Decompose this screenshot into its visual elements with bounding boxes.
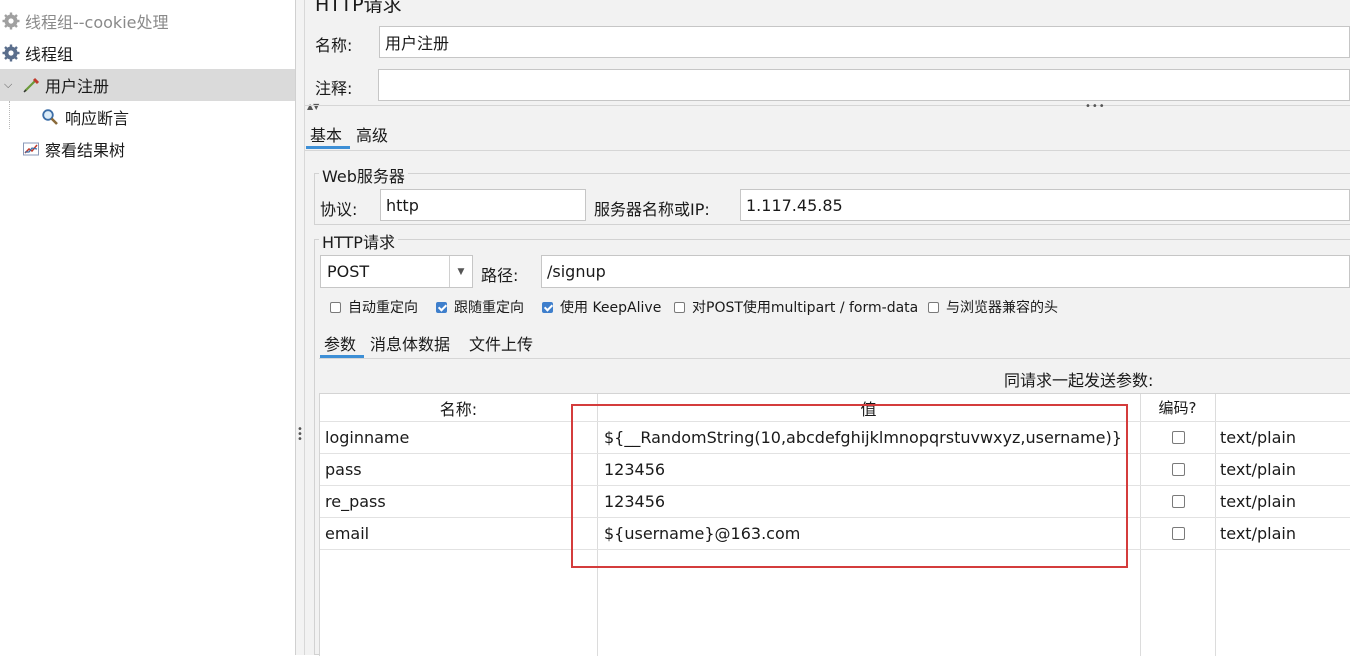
- header-encode[interactable]: 编码?: [1140, 394, 1215, 421]
- encode-checkbox-cell[interactable]: [1172, 486, 1185, 517]
- server-input[interactable]: 1.117.45.85: [740, 189, 1350, 221]
- tab-advanced[interactable]: 高级: [356, 122, 388, 146]
- header-name[interactable]: 名称:: [320, 394, 597, 421]
- panel-splitter[interactable]: [295, 0, 305, 655]
- column-divider: [1140, 394, 1141, 656]
- auto-redirect-checkbox[interactable]: [330, 301, 341, 313]
- protocol-label: 协议:: [320, 200, 358, 219]
- browser-headers-checkbox[interactable]: [928, 301, 939, 313]
- name-value: 用户注册: [385, 34, 450, 53]
- column-divider: [597, 394, 598, 656]
- multipart-checkbox[interactable]: [674, 301, 685, 313]
- content-type[interactable]: text/plain: [1220, 422, 1296, 453]
- server-value: 1.117.45.85: [746, 195, 843, 215]
- tree-item-label: 用户注册: [45, 77, 110, 96]
- param-name[interactable]: re_pass: [325, 486, 386, 517]
- option-auto-redirect[interactable]: 自动重定向: [330, 297, 418, 317]
- divider: [319, 358, 1350, 359]
- row-divider: [320, 549, 1350, 550]
- param-value[interactable]: 123456: [604, 454, 665, 485]
- header-value[interactable]: 值: [597, 394, 1140, 421]
- tree-item-label: 响应断言: [65, 109, 130, 128]
- name-input[interactable]: 用户注册: [379, 26, 1350, 58]
- magnifier-icon: [40, 107, 60, 127]
- param-name[interactable]: email: [325, 518, 369, 549]
- param-value[interactable]: 123456: [604, 486, 665, 517]
- tab-body-data[interactable]: 消息体数据: [370, 331, 450, 355]
- column-divider: [1215, 394, 1216, 656]
- tree-item-view-results-tree[interactable]: 察看结果树: [0, 133, 295, 165]
- encode-checkbox-cell[interactable]: [1172, 422, 1185, 453]
- follow-redirect-checkbox[interactable]: [436, 301, 447, 313]
- param-name[interactable]: pass: [325, 454, 362, 485]
- resize-grip-icon[interactable]: •••: [1085, 101, 1106, 112]
- send-params-label: 同请求一起发送参数:: [1004, 371, 1154, 390]
- row-divider: [320, 517, 1350, 518]
- path-input[interactable]: /signup: [541, 255, 1350, 288]
- option-browser-headers[interactable]: 与浏览器兼容的头: [928, 297, 1058, 317]
- divider: [305, 105, 1350, 106]
- encode-checkbox[interactable]: [1172, 495, 1185, 508]
- comment-input[interactable]: [378, 69, 1350, 101]
- splitter-grip-icon[interactable]: • • •: [297, 425, 303, 445]
- tree-item-response-assertion[interactable]: 响应断言: [0, 101, 295, 133]
- content-type[interactable]: text/plain: [1220, 486, 1296, 517]
- keepalive-checkbox[interactable]: [542, 301, 553, 313]
- chevron-down-icon[interactable]: ▼: [449, 256, 472, 287]
- server-label: 服务器名称或IP:: [594, 200, 710, 219]
- header-content-type[interactable]: [1215, 394, 1350, 421]
- encode-checkbox-cell[interactable]: [1172, 518, 1185, 549]
- http-request-legend: HTTP请求: [319, 229, 398, 253]
- page-title: HTTP请求: [315, 0, 402, 16]
- tab-active-indicator: [306, 146, 350, 149]
- comment-label: 注释:: [315, 79, 353, 98]
- chevron-down-icon[interactable]: ⌵: [4, 78, 12, 92]
- option-follow-redirect[interactable]: 跟随重定向: [436, 297, 524, 317]
- tree-item-label: 线程组: [25, 45, 74, 64]
- protocol-value: http: [386, 195, 419, 215]
- http-request-panel: HTTP请求 名称: 用户注册 注释: ▲▼ ••• 基本 高级 Web服务器 …: [305, 0, 1350, 656]
- divider: [305, 150, 1350, 151]
- method-value: POST: [327, 262, 370, 281]
- web-server-legend: Web服务器: [319, 163, 408, 187]
- tree-item-thread-group-cookie[interactable]: 线程组--cookie处理: [0, 5, 295, 37]
- collapse-arrows-icon[interactable]: ▲▼: [307, 102, 319, 111]
- path-label: 路径:: [481, 266, 519, 285]
- tree-item-label: 察看结果树: [45, 141, 126, 160]
- encode-checkbox[interactable]: [1172, 527, 1185, 540]
- option-keepalive[interactable]: 使用 KeepAlive: [542, 297, 661, 317]
- param-value[interactable]: ${__RandomString(10,abcdefghijklmnopqrst…: [604, 422, 1122, 453]
- encode-checkbox[interactable]: [1172, 463, 1185, 476]
- row-divider: [320, 485, 1350, 486]
- option-multipart[interactable]: 对POST使用multipart / form-data: [674, 297, 918, 317]
- method-select[interactable]: POST ▼: [320, 255, 473, 288]
- pipette-icon: [21, 75, 41, 95]
- content-type[interactable]: text/plain: [1220, 454, 1296, 485]
- param-value[interactable]: ${username}@163.com: [604, 518, 800, 549]
- param-name[interactable]: loginname: [325, 422, 409, 453]
- encode-checkbox-cell[interactable]: [1172, 454, 1185, 485]
- parameters-table: 名称: 值 编码? loginname ${__RandomString(10,…: [319, 393, 1350, 656]
- chart-icon: [21, 139, 41, 159]
- tree-item-user-register[interactable]: ⌵ 用户注册: [0, 69, 295, 101]
- tab-basic[interactable]: 基本: [310, 122, 342, 146]
- encode-checkbox[interactable]: [1172, 431, 1185, 444]
- test-plan-tree: 线程组--cookie处理 线程组 ⌵ 用户注册 响应断言 察看结果树: [0, 0, 295, 655]
- path-value: /signup: [547, 262, 606, 281]
- tab-files-upload[interactable]: 文件上传: [469, 331, 533, 355]
- name-label: 名称:: [315, 36, 353, 55]
- gear-icon: [1, 43, 21, 63]
- protocol-input[interactable]: http: [380, 189, 586, 221]
- gear-icon: [1, 11, 21, 31]
- tab-parameters[interactable]: 参数: [324, 331, 356, 355]
- tree-item-thread-group[interactable]: 线程组: [0, 37, 295, 69]
- row-divider: [320, 453, 1350, 454]
- content-type[interactable]: text/plain: [1220, 518, 1296, 549]
- tree-item-label: 线程组--cookie处理: [25, 13, 169, 32]
